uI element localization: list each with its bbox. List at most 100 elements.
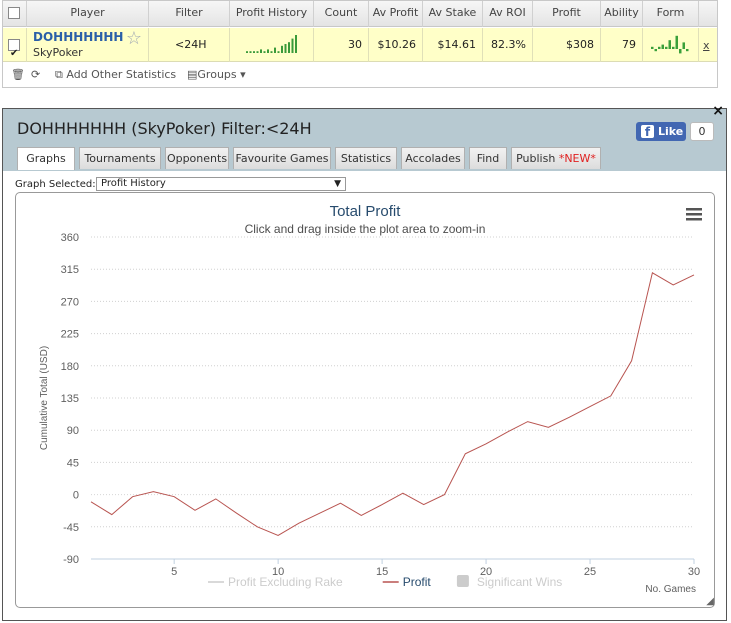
y-tick-label: 135 xyxy=(61,393,79,405)
y-tick-label: -45 xyxy=(63,522,79,534)
form-bar xyxy=(675,35,678,49)
header-profit[interactable]: Profit xyxy=(533,1,601,27)
trash-icon[interactable]: 🗑 xyxy=(11,68,25,82)
chart-title: Total Profit xyxy=(330,203,402,220)
facebook-icon: f xyxy=(641,125,654,139)
table-row[interactable]: DOHHHHHHH SkyPoker ☆ <24H 30 $10.26 $14.… xyxy=(3,28,717,71)
form-bar xyxy=(658,46,661,49)
resize-handle-icon[interactable]: ◢ xyxy=(706,596,714,607)
series-line-profit xyxy=(90,272,695,536)
y-tick-label: -90 xyxy=(63,554,79,566)
tab-opponents[interactable]: Opponents xyxy=(165,147,229,169)
chart-menu-line xyxy=(686,218,702,221)
x-axis-title: No. Games xyxy=(645,584,696,595)
form-bar xyxy=(679,49,682,54)
y-axis-title: Cumulative Total (USD) xyxy=(39,346,50,450)
y-tick-label: 180 xyxy=(61,361,79,373)
header-profit-history[interactable]: Profit History xyxy=(230,1,314,27)
player-cell: DOHHHHHHH SkyPoker ☆ xyxy=(27,28,149,62)
tab-graphs[interactable]: Graphs xyxy=(17,147,75,170)
header-filter[interactable]: Filter xyxy=(149,1,230,27)
table-toolbar: 🗑 ⟳ ⧉ Add Other Statistics ▤Groups ▾ xyxy=(3,63,717,88)
y-tick-label: 0 xyxy=(73,490,79,502)
row-select-cell[interactable] xyxy=(3,28,27,71)
header-av-profit[interactable]: Av Profit xyxy=(369,1,423,27)
header-count[interactable]: Count xyxy=(314,1,369,27)
groups-dropdown[interactable]: ▤Groups ▾ xyxy=(187,68,246,82)
y-tick-label: 360 xyxy=(61,232,79,244)
header-form[interactable]: Form xyxy=(643,1,699,27)
dialog-title: DOHHHHHHH (SkyPoker) Filter:<24H xyxy=(17,119,312,138)
header-av-roi[interactable]: Av ROI xyxy=(483,1,533,27)
form-bar xyxy=(661,44,664,49)
legend-item[interactable]: Significant Wins xyxy=(456,575,562,589)
header-ability[interactable]: Ability xyxy=(601,1,643,27)
form-bar xyxy=(672,46,675,49)
form-bar xyxy=(651,46,654,49)
graph-select[interactable]: Profit History ▼ xyxy=(96,177,346,191)
spark-bar xyxy=(277,51,280,53)
spark-bar xyxy=(288,42,290,53)
table-header: Player Filter Profit History Count Av Pr… xyxy=(3,1,717,27)
x-tick-label: 15 xyxy=(376,566,388,578)
chart-menu-icon[interactable] xyxy=(686,208,702,221)
y-tick-label: 225 xyxy=(61,329,79,341)
spark-bar xyxy=(267,49,269,53)
close-dialog-button[interactable]: × xyxy=(712,103,724,119)
form-bar xyxy=(654,49,657,52)
player-table: Player Filter Profit History Count Av Pr… xyxy=(2,0,718,88)
chart-menu-line xyxy=(686,213,702,216)
player-name-link[interactable]: DOHHHHHHH xyxy=(33,30,123,44)
tab-accolades[interactable]: Accolades xyxy=(401,147,465,169)
x-tick-label: 30 xyxy=(688,566,700,578)
facebook-like-button[interactable]: f Like xyxy=(636,122,686,141)
legend-item[interactable]: Profit Excluding Rake xyxy=(208,575,343,589)
profit-cell: $308 xyxy=(533,28,601,62)
chart-container: Total Profit Click and drag inside the pl… xyxy=(15,192,715,608)
spark-bar xyxy=(256,51,259,53)
facebook-like-count: 0 xyxy=(690,122,714,141)
form-bar xyxy=(668,40,671,49)
profit-chart[interactable]: Total Profit Click and drag inside the pl… xyxy=(16,193,714,607)
header-select-all[interactable] xyxy=(3,1,27,27)
spark-bar xyxy=(284,44,287,53)
refresh-icon[interactable]: ⟳ xyxy=(31,68,40,82)
spark-bar xyxy=(246,51,248,53)
spark-bar xyxy=(295,35,297,53)
legend-item[interactable]: Profit xyxy=(382,575,432,589)
y-tick-label: 90 xyxy=(67,425,79,437)
spark-bar xyxy=(291,38,294,53)
form-bars xyxy=(651,35,689,54)
dialog-header: DOHHHHHHH (SkyPoker) Filter:<24H f Like 0… xyxy=(3,109,726,171)
favourite-star-icon[interactable]: ☆ xyxy=(126,29,142,49)
player-site: SkyPoker xyxy=(33,46,83,59)
spark-bar xyxy=(263,51,266,53)
count-cell: 30 xyxy=(314,28,369,62)
y-tick-label: 270 xyxy=(61,296,79,308)
header-av-stake[interactable]: Av Stake xyxy=(423,1,483,27)
chart-menu-line xyxy=(686,208,702,211)
add-other-statistics-button[interactable]: ⧉ Add Other Statistics xyxy=(55,68,176,82)
tab-find[interactable]: Find xyxy=(469,147,507,169)
tab-favourite-games[interactable]: Favourite Games xyxy=(233,147,331,169)
remove-row-button[interactable]: x xyxy=(703,39,710,52)
profit-history-cell xyxy=(230,28,314,62)
select-all-checkbox[interactable] xyxy=(8,7,20,19)
tab-tournaments[interactable]: Tournaments xyxy=(79,147,161,169)
new-badge: *NEW* xyxy=(558,152,596,165)
legend-label: Profit Excluding Rake xyxy=(228,575,343,589)
header-player[interactable]: Player xyxy=(27,1,149,27)
y-tick-label: 45 xyxy=(67,457,79,469)
av-profit-cell: $10.26 xyxy=(369,28,423,62)
av-roi-cell: 82.3% xyxy=(483,28,533,62)
tab-publish[interactable]: Publish *NEW* xyxy=(511,147,601,169)
tab-statistics[interactable]: Statistics xyxy=(335,147,397,169)
spark-bar xyxy=(281,45,283,53)
graph-select-value: Profit History xyxy=(101,178,166,189)
y-tick-label: 315 xyxy=(61,264,79,276)
tab-publish-label: Publish xyxy=(516,152,556,165)
row-checkbox[interactable] xyxy=(8,37,20,71)
form-cell xyxy=(643,28,699,62)
filter-cell: <24H xyxy=(149,28,230,62)
chevron-down-icon: ▼ xyxy=(334,179,341,189)
